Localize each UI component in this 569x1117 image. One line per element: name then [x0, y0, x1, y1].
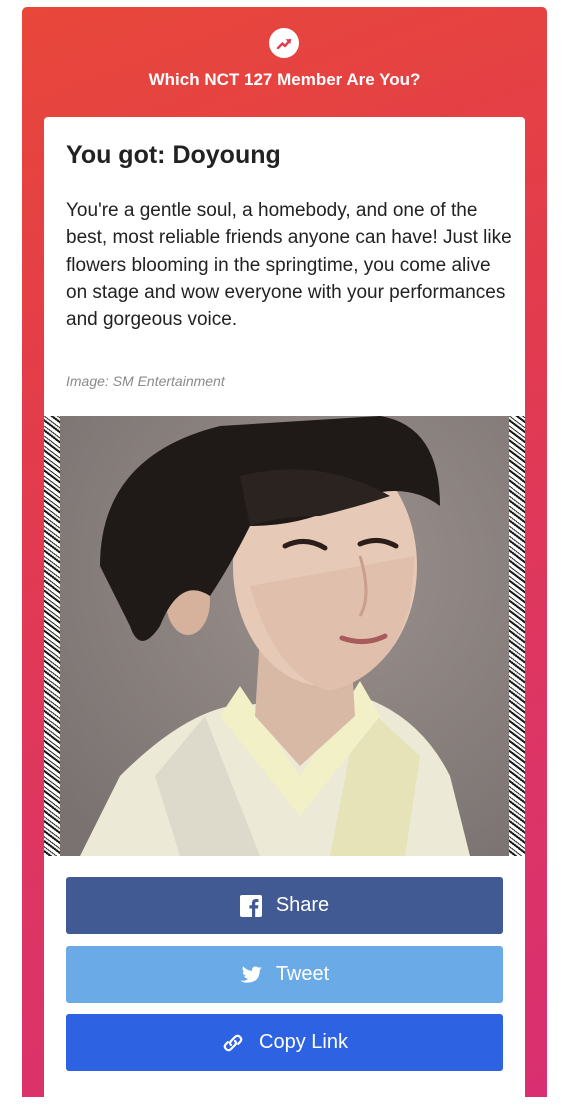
result-description: You're a gentle soul, a homebody, and on…: [66, 200, 512, 331]
facebook-icon: [239, 894, 262, 917]
result-heading: You got: Doyoung: [66, 141, 281, 169]
portrait-image: [60, 416, 509, 856]
copy-link-label: Copy Link: [259, 1031, 348, 1053]
twitter-icon: [240, 965, 262, 984]
twitter-share-button[interactable]: Tweet: [66, 946, 503, 1003]
image-credit: Image: SM Entertainment: [66, 373, 225, 389]
trending-icon: [269, 28, 299, 58]
copy-link-button[interactable]: Copy Link: [66, 1014, 503, 1071]
quiz-title: Which NCT 127 Member Are You?: [148, 70, 421, 89]
quiz-result-card: Which NCT 127 Member Are You? You got: D…: [22, 7, 547, 1117]
result-panel: You got: Doyoung You're a gentle soul, a…: [44, 117, 525, 1117]
facebook-share-button[interactable]: Share: [66, 877, 503, 934]
twitter-share-label: Tweet: [275, 963, 330, 985]
link-icon: [221, 1031, 245, 1055]
result-photo: [44, 416, 525, 856]
facebook-share-label: Share: [275, 894, 330, 916]
